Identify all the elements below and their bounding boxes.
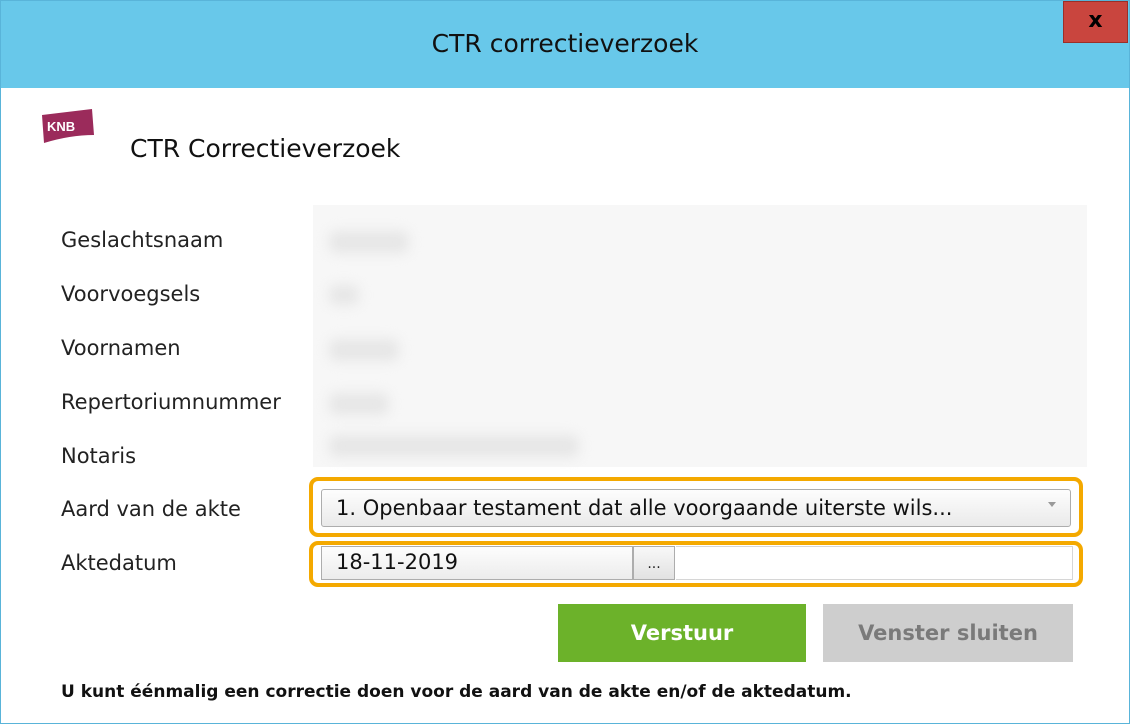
label-repertoriumnummer: Repertoriumnummer [61, 390, 281, 414]
label-notaris: Notaris [61, 444, 137, 468]
footer-note: U kunt éénmalig een correctie doen voor … [61, 682, 852, 702]
date-picker-button[interactable]: ... [633, 546, 675, 580]
label-geslachtsnaam: Geslachtsnaam [61, 228, 224, 252]
window-title: CTR correctieverzoek [431, 29, 699, 58]
aard-selected-value: 1. Openbaar testament dat alle voorgaand… [336, 496, 953, 520]
label-voornamen: Voornamen [61, 336, 181, 360]
label-voorvoegsels: Voorvoegsels [61, 282, 201, 306]
knb-logo: KNB [42, 109, 94, 143]
page-title: CTR Correctieverzoek [130, 134, 401, 163]
redacted-values [313, 205, 1087, 467]
svg-text:KNB: KNB [47, 119, 75, 134]
aktedatum-input[interactable]: 18-11-2019 [321, 546, 633, 580]
close-window-button[interactable]: x [1063, 1, 1128, 43]
label-aard-van-de-akte: Aard van de akte [61, 497, 241, 521]
venster-sluiten-button[interactable]: Venster sluiten [823, 604, 1073, 662]
label-aktedatum: Aktedatum [61, 551, 177, 575]
date-field-filler [676, 546, 1073, 580]
dialog-window: CTR correctieverzoek x KNB CTR Correctie… [0, 0, 1130, 724]
dropdown-arrow-icon [1048, 502, 1056, 507]
aard-van-de-akte-select[interactable]: 1. Openbaar testament dat alle voorgaand… [321, 489, 1071, 527]
aktedatum-value: 18-11-2019 [336, 550, 459, 574]
verstuur-button[interactable]: Verstuur [558, 604, 806, 662]
title-bar[interactable]: CTR correctieverzoek x [1, 1, 1129, 88]
